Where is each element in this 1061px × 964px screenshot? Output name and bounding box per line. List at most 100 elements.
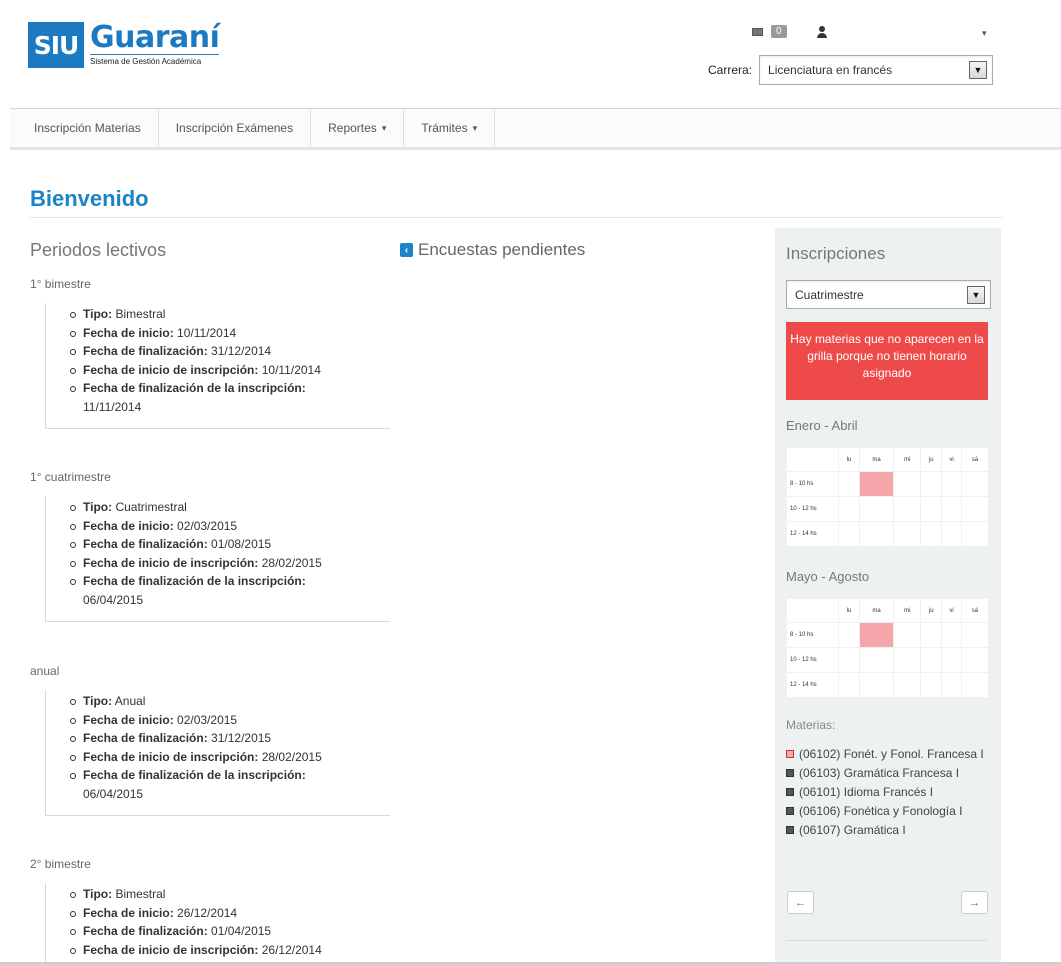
next-button[interactable]: →	[961, 891, 988, 914]
grid-cell	[893, 471, 922, 497]
detail-value: Cuatrimestral	[115, 500, 187, 514]
grid-cell	[838, 471, 860, 497]
materia-text: (06107) Gramática I	[799, 823, 906, 837]
detail-value: 06/04/2015	[83, 592, 144, 607]
user-menu-caret-icon[interactable]: ▾	[982, 28, 987, 39]
periodo-section: 2° bimestre Tipo: Bimestral Fecha de ini…	[30, 857, 390, 964]
detail-value: Bimestral	[115, 307, 166, 321]
day-header: ju	[920, 447, 943, 472]
grid-cell	[941, 647, 962, 673]
grid-cell	[920, 496, 943, 522]
user-icon[interactable]	[816, 25, 827, 38]
materia-text: (06106) Fonética y Fonología I	[799, 804, 963, 818]
detail-value: 02/03/2015	[177, 518, 238, 533]
materia-text: (06103) Gramática Francesa I	[799, 766, 960, 780]
chevron-down-icon[interactable]: ▼	[967, 285, 985, 304]
detail-value: 28/02/2015	[261, 555, 322, 570]
grid-cell	[920, 647, 943, 673]
grid-cell	[960, 647, 990, 673]
detail-fin-insc: Fecha de finalización de la inscripción:…	[70, 572, 390, 609]
hour-label: 8 - 10 hs	[786, 471, 839, 497]
nav-label: Inscripción Materias	[34, 121, 141, 135]
grid-cell	[941, 672, 962, 698]
day-header: ma	[858, 447, 895, 472]
materia-item: (06107) Gramática I	[786, 821, 996, 840]
siu-guarani-logo[interactable]: SIU Guaraní Sistema de Gestión Académica	[28, 20, 220, 68]
detail-value: Anual	[114, 694, 146, 708]
periodo-name: 1° bimestre	[30, 277, 91, 291]
grid-cell	[838, 647, 860, 673]
carrera-label: Carrera:	[708, 63, 753, 77]
detail-inicio-insc: Fecha de inicio de inscripción: 10/11/20…	[70, 361, 390, 380]
detail-label: Fecha de finalización:	[83, 344, 208, 358]
materia-item: (06103) Gramática Francesa I	[786, 764, 996, 783]
caret-down-icon: ▾	[472, 122, 478, 133]
prev-button[interactable]: ←	[787, 891, 814, 914]
header: SIU Guaraní Sistema de Gestión Académica…	[0, 0, 1061, 108]
detail-value: Bimestral	[115, 887, 166, 901]
grid-cell	[920, 622, 943, 648]
materia-item: (06106) Fonética y Fonología I	[786, 802, 996, 821]
periodo-details: Tipo: Anual Fecha de inicio: 02/03/2015 …	[45, 690, 390, 816]
detail-label: Fecha de inicio de inscripción:	[83, 362, 259, 377]
nav-inscripcion-materias[interactable]: Inscripción Materias	[10, 109, 159, 147]
messages-count-badge[interactable]: 0	[771, 25, 787, 38]
detail-value: 10/11/2014	[177, 325, 237, 340]
nav-reportes-dropdown[interactable]: Reportes ▾	[311, 109, 405, 147]
detail-inicio-insc: Fecha de inicio de inscripción: 26/12/20…	[70, 941, 390, 960]
detail-inicio: Fecha de inicio: 02/03/2015	[70, 711, 390, 730]
hour-label: 12 - 14 hs	[786, 672, 839, 698]
grid-corner	[786, 447, 839, 472]
detail-label: Fecha de finalización de la inscripción:	[83, 574, 306, 588]
grid-cell-occupied	[858, 622, 895, 648]
grid-cell	[941, 496, 962, 522]
schedule-grid: lu ma mi ju vi sá 8 - 10 hs 10 - 12 hs 1…	[786, 598, 990, 698]
detail-inicio: Fecha de inicio: 02/03/2015	[70, 517, 390, 536]
no-schedule-alert: Hay materias que no aparecen en la grill…	[786, 322, 988, 400]
grid-cell	[920, 672, 943, 698]
materias-label: Materias:	[786, 718, 836, 732]
carrera-select-value: Licenciatura en francés	[768, 63, 893, 77]
detail-fin: Fecha de finalización: 01/08/2015	[70, 535, 390, 554]
day-header: ma	[858, 598, 895, 623]
grid-cell	[838, 622, 860, 648]
grid-cell	[838, 496, 860, 522]
detail-inicio-insc: Fecha de inicio de inscripción: 28/02/20…	[70, 554, 390, 573]
encuestas-pendientes-toggle[interactable]: ‹ Encuestas pendientes	[400, 240, 585, 260]
materia-item: (06102) Fonét. y Fonol. Francesa I	[786, 745, 996, 764]
periodo-type-select[interactable]: Cuatrimestre ▼	[786, 280, 991, 309]
grid-cell	[858, 647, 895, 673]
detail-fin: Fecha de finalización: 31/12/2015	[70, 729, 390, 748]
grid-cell	[941, 622, 962, 648]
materia-text: (06102) Fonét. y Fonol. Francesa I	[799, 747, 984, 761]
periodo-name: 1° cuatrimestre	[30, 470, 111, 484]
detail-inicio: Fecha de inicio: 10/11/2014	[70, 324, 390, 343]
detail-inicio: Fecha de inicio: 26/12/2014	[70, 904, 390, 923]
detail-value: 01/04/2015	[211, 924, 272, 938]
divider	[786, 940, 988, 941]
nav-label: Reportes	[328, 121, 377, 135]
detail-label: Fecha de inicio de inscripción:	[83, 555, 259, 570]
nav-inscripcion-examenes[interactable]: Inscripción Exámenes	[159, 109, 312, 147]
periodo-section: 1° cuatrimestre Tipo: Cuatrimestral Fech…	[30, 470, 390, 622]
grid-cell	[858, 521, 895, 547]
logo-name: Guaraní	[90, 20, 220, 55]
carrera-selector: Carrera: Licenciatura en francés ▼	[708, 55, 994, 85]
carrera-select[interactable]: Licenciatura en francés ▼	[759, 55, 994, 85]
logo-subtitle: Sistema de Gestión Académica	[90, 54, 220, 66]
grid-cell	[893, 496, 922, 522]
detail-label: Fecha de inicio:	[83, 518, 174, 533]
periodo-section: 1° bimestre Tipo: Bimestral Fecha de ini…	[30, 277, 390, 429]
chevron-left-icon[interactable]: ‹	[400, 243, 413, 257]
periodo-name: anual	[30, 664, 60, 678]
user-tools: 0	[752, 25, 827, 38]
chevron-down-icon[interactable]: ▼	[969, 61, 988, 79]
detail-label: Tipo:	[83, 307, 113, 321]
envelope-icon[interactable]	[752, 27, 763, 36]
nav-tramites-dropdown[interactable]: Trámites ▾	[404, 109, 496, 147]
day-header: sá	[960, 598, 990, 623]
grid-cell	[838, 521, 860, 547]
detail-label: Tipo:	[83, 887, 113, 901]
detail-tipo: Tipo: Cuatrimestral	[70, 498, 390, 517]
grid-cell	[920, 471, 943, 497]
